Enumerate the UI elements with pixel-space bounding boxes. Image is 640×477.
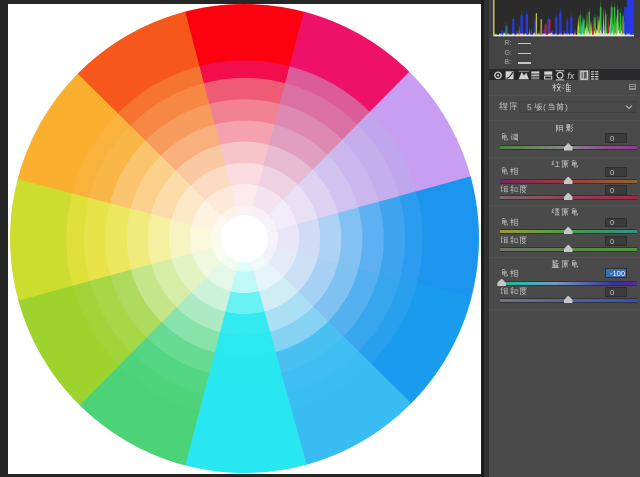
svg-text:fx: fx [567,71,575,81]
